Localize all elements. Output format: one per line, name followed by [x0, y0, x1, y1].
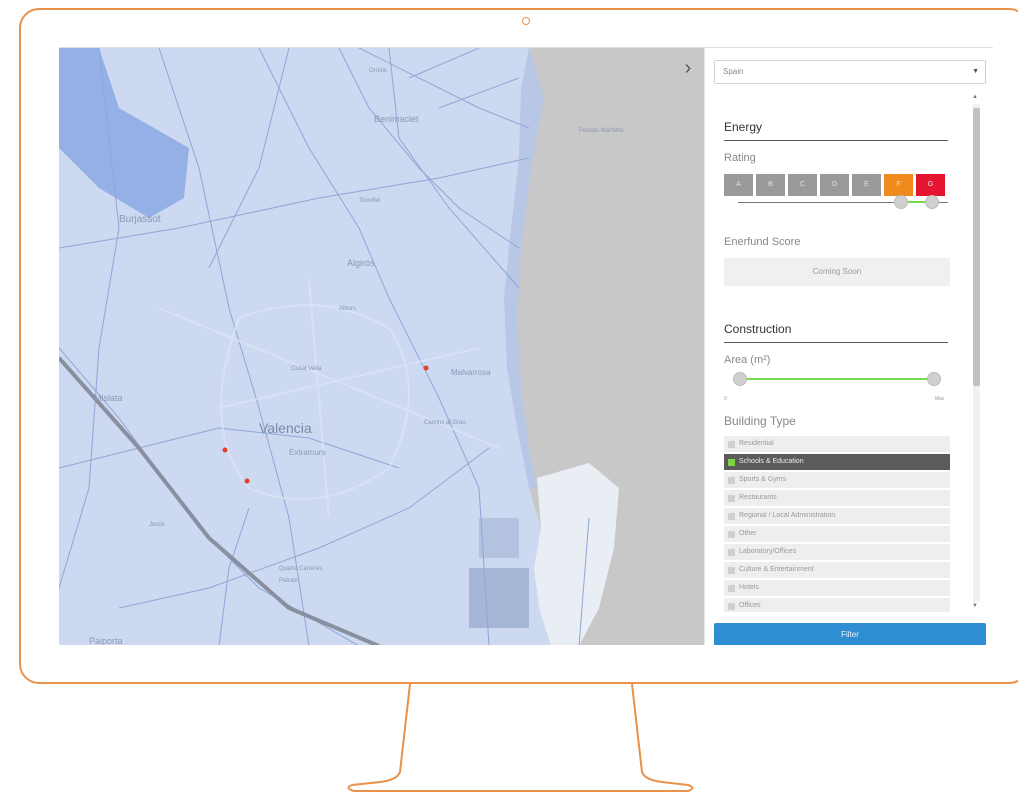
building-type-item[interactable]: Sports & Gyms: [724, 472, 950, 488]
map-label-northwest: Burjassot: [119, 214, 161, 225]
filters-scrollbar[interactable]: ▲ ▼: [969, 94, 983, 612]
building-type-item[interactable]: Regional / Local Administration: [724, 508, 950, 524]
checkbox[interactable]: [728, 530, 735, 538]
map-label-district: Extramurs: [289, 448, 326, 457]
area-slider-fill: [740, 378, 934, 380]
map-view[interactable]: Valencia Extramurs Benimaclet Burjassot …: [59, 48, 704, 645]
chevron-right-icon[interactable]: ›: [679, 58, 697, 78]
building-type-label: Restaurants: [739, 494, 777, 501]
building-type-item[interactable]: Hotels: [724, 580, 950, 596]
map-label-small: Quatre Carreres: [279, 566, 323, 572]
map-label-east: Algirós: [347, 258, 375, 268]
map-label-small: Torrefiel: [359, 198, 381, 204]
building-type-label: Schools & Education: [739, 458, 804, 465]
checkbox[interactable]: [728, 494, 735, 502]
area-min-label: 0: [724, 396, 727, 402]
building-type-item[interactable]: Restaurants: [724, 490, 950, 506]
checkbox[interactable]: [728, 548, 735, 556]
building-type-list: Residential Schools & Education Sports & G…: [724, 436, 950, 612]
filters-panel[interactable]: Energy Rating A B C D E F G Enerfund Sco…: [705, 94, 993, 612]
checkbox[interactable]: [728, 584, 735, 592]
map-label-west: Mislata: [94, 393, 123, 403]
area-max-label: Max: [935, 396, 945, 402]
building-type-item[interactable]: Schools & Education: [724, 454, 950, 470]
scrollbar-thumb[interactable]: [973, 108, 980, 386]
building-type-label: Building Type: [724, 414, 796, 428]
building-type-item[interactable]: Laboratory/Offices: [724, 544, 950, 560]
scroll-up-icon[interactable]: ▲: [972, 94, 978, 100]
map-label-small: Orriols: [369, 68, 387, 74]
country-select[interactable]: Spain ▼: [714, 60, 986, 84]
filter-button[interactable]: Filter: [714, 623, 986, 645]
rating-button-a[interactable]: A: [724, 174, 753, 196]
rating-label: Rating: [724, 152, 756, 164]
rating-slider-min-handle[interactable]: [894, 195, 908, 209]
building-type-item[interactable]: Offices: [724, 598, 950, 612]
checkbox[interactable]: [728, 458, 735, 466]
rating-buttons: A B C D E F G: [724, 174, 945, 196]
map-label-small: Poblats Marítims: [579, 128, 624, 134]
map-label-small: Jesús: [149, 522, 165, 528]
energy-section-title: Energy: [724, 120, 948, 141]
rating-button-f[interactable]: F: [884, 174, 913, 196]
map-canvas: [59, 48, 704, 645]
building-type-label: Hotels: [739, 584, 759, 591]
building-type-label: Regional / Local Administration: [739, 512, 836, 519]
rating-button-e[interactable]: E: [852, 174, 881, 196]
building-type-label: Residential: [739, 440, 774, 447]
scroll-down-icon[interactable]: ▼: [972, 603, 978, 609]
checkbox[interactable]: [728, 440, 735, 448]
rating-button-d[interactable]: D: [820, 174, 849, 196]
building-type-label: Sports & Gyms: [739, 476, 787, 483]
map-label-port: Malvarrosa: [451, 368, 491, 377]
caret-down-icon: ▼: [972, 68, 979, 75]
map-label-southwest: Paiporta: [89, 636, 123, 645]
building-type-item[interactable]: Culture & Entertainment: [724, 562, 950, 578]
area-label: Area (m²): [724, 354, 771, 366]
map-label-city: Valencia: [259, 420, 312, 436]
checkbox[interactable]: [728, 476, 735, 484]
rating-button-b[interactable]: B: [756, 174, 785, 196]
rating-button-c[interactable]: C: [788, 174, 817, 196]
building-type-label: Culture & Entertainment: [739, 566, 814, 573]
area-slider-min-handle[interactable]: [733, 372, 747, 386]
screen: Valencia Extramurs Benimaclet Burjassot …: [59, 47, 993, 645]
map-label-small: Camins al Grau: [424, 420, 466, 426]
camera-icon: [522, 17, 530, 25]
building-type-label: Other: [739, 530, 757, 537]
checkbox[interactable]: [728, 602, 735, 610]
building-type-label: Offices: [739, 602, 761, 609]
map-label-small: Ciutat Vella: [291, 366, 322, 372]
building-type-item[interactable]: Other: [724, 526, 950, 542]
map-label-north: Benimaclet: [374, 114, 419, 124]
building-type-item[interactable]: Residential: [724, 436, 950, 452]
checkbox[interactable]: [728, 512, 735, 520]
construction-section-title: Construction: [724, 322, 948, 343]
country-select-value: Spain: [723, 67, 744, 76]
rating-button-g[interactable]: G: [916, 174, 945, 196]
building-type-label: Laboratory/Offices: [739, 548, 797, 555]
map-label-mid: Albors: [339, 306, 357, 312]
coming-soon-button[interactable]: Coming Soon: [724, 258, 950, 286]
rating-slider-max-handle[interactable]: [925, 195, 939, 209]
area-slider-max-handle[interactable]: [927, 372, 941, 386]
monitor-stand: [347, 684, 694, 792]
checkbox[interactable]: [728, 566, 735, 574]
enerfund-score-label: Enerfund Score: [724, 236, 801, 248]
filter-sidebar: Spain ▼ Energy Rating A B C D E F G Ener…: [704, 48, 993, 645]
map-label-small: Patraix: [279, 578, 298, 584]
